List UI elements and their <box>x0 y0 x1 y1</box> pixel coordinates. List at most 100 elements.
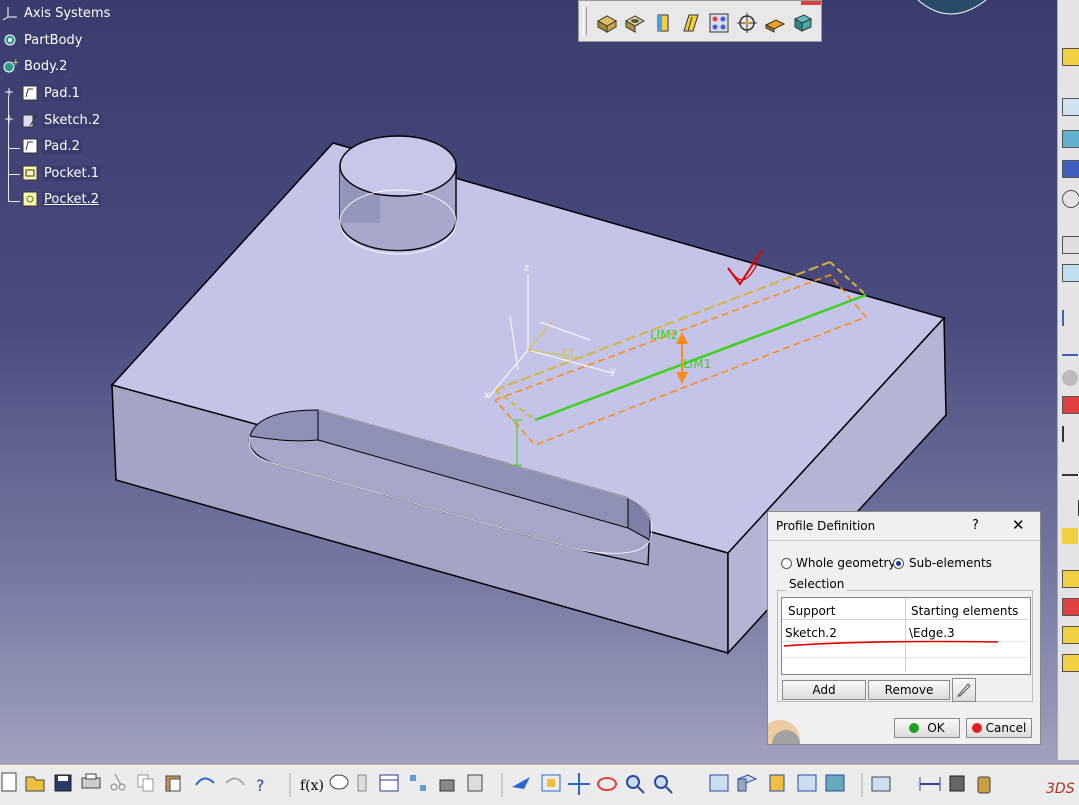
tree-item-label: Body.2 <box>22 58 70 74</box>
pattern-icon[interactable] <box>1062 160 1079 178</box>
table-icon[interactable] <box>1062 236 1079 254</box>
tree-item-label: Axis Systems <box>22 5 113 21</box>
expand-icon[interactable]: + <box>4 113 14 125</box>
plane-tool-icon[interactable] <box>763 11 787 35</box>
whats-this-icon: ? <box>256 776 265 795</box>
bottom-toolbar-icons[interactable]: ? f(x) 3DS <box>0 765 1079 805</box>
zoom-out-icon <box>654 775 673 794</box>
catia-logo: 3DS <box>1046 781 1075 797</box>
partbody-gear-icon <box>4 34 16 46</box>
measure-icon[interactable] <box>1062 190 1079 208</box>
cancel-button[interactable]: Cancel <box>966 718 1032 738</box>
add-button[interactable]: Add <box>782 680 866 700</box>
body-gear-icon: + <box>3 58 18 73</box>
right-toolbar[interactable] <box>1057 0 1079 760</box>
pad-icon <box>22 138 38 154</box>
ok-button[interactable]: OK <box>894 718 960 738</box>
column-header-support[interactable]: Support <box>788 604 835 618</box>
save-icon <box>54 774 72 792</box>
render-style-icon <box>769 774 785 792</box>
comment-icon <box>329 774 349 790</box>
line-icon[interactable] <box>1062 474 1078 492</box>
bottle-icon <box>977 776 991 794</box>
close-button[interactable]: ✕ <box>1012 516 1025 534</box>
sketch-icon <box>22 113 38 128</box>
sketch-pen-icon <box>956 683 971 697</box>
bottom-toolbar[interactable]: ? f(x) 3DS <box>0 764 1079 805</box>
swap-icon <box>825 774 845 792</box>
column-header-starting-elements[interactable]: Starting elements <box>911 604 1018 618</box>
rotate-icon[interactable] <box>1062 370 1078 386</box>
radio-whole-geometry[interactable] <box>781 558 792 569</box>
solid-icon[interactable] <box>1062 130 1079 148</box>
table-icon <box>379 774 399 792</box>
part-design-toolbar[interactable] <box>578 0 822 42</box>
solid-tool-icon[interactable] <box>791 11 815 35</box>
toolbar-close-strip[interactable] <box>801 1 821 5</box>
svg-text:3DS: 3DS <box>1046 781 1075 797</box>
tree-item-pad-1[interactable]: + Pad.1 <box>4 82 82 104</box>
svg-text:?: ? <box>256 776 265 795</box>
sketch-tool-icon[interactable] <box>1062 98 1079 116</box>
toolbar-grip[interactable] <box>583 7 587 35</box>
cancel-icon <box>971 723 982 733</box>
boolean-union-icon[interactable] <box>1062 654 1079 672</box>
y-axis-label: y <box>610 366 616 377</box>
pad-tool-icon[interactable] <box>595 11 619 35</box>
plane-icon[interactable] <box>1062 48 1079 66</box>
tree-item-pocket-1[interactable]: Pocket.1 <box>4 162 102 184</box>
tree-item-partbody[interactable]: PartBody <box>2 29 85 51</box>
hole-pattern-icon[interactable] <box>707 11 731 35</box>
selection-group-label: Selection <box>786 577 848 591</box>
expand-icon[interactable]: + <box>4 86 14 98</box>
hide-show-icon <box>797 774 817 792</box>
zoom-in-icon <box>626 775 645 794</box>
z-axis-label: z <box>524 263 530 274</box>
fly-icon <box>512 777 530 789</box>
window-icon[interactable] <box>1062 264 1079 282</box>
yellow-tool-icon[interactable] <box>1062 528 1078 544</box>
boolean-remove-icon[interactable] <box>1062 598 1079 616</box>
boolean-add-icon[interactable] <box>1062 570 1079 588</box>
tree-item-sketch-2[interactable]: + Sketch.2 <box>4 109 103 131</box>
tree-item-body-2[interactable]: + Body.2 <box>2 55 70 77</box>
pocket-tool-icon[interactable] <box>623 11 647 35</box>
tree-item-label: Pocket.1 <box>42 165 102 181</box>
x-axis-label: x <box>484 390 490 401</box>
radio-whole-geometry-label: Whole geometry <box>796 556 896 570</box>
undo-icon <box>195 777 215 786</box>
views-icon <box>736 774 758 792</box>
tree-item-pad-2[interactable]: Pad.2 <box>4 135 82 157</box>
boolean-intersect-icon[interactable] <box>1062 626 1079 644</box>
new-icon <box>1 772 17 792</box>
rib-tool-icon[interactable] <box>679 11 703 35</box>
profile-definition-dialog[interactable]: Profile Definition ? ✕ Whole geometry Su… <box>767 511 1041 745</box>
gear-icon <box>949 775 965 792</box>
redo-icon <box>225 777 245 786</box>
radio-sub-elements[interactable] <box>893 558 904 569</box>
axis-systems-icon <box>2 7 17 21</box>
remove-button[interactable]: Remove <box>868 680 950 700</box>
radio-sub-elements-label: Sub-elements <box>909 556 992 570</box>
point-tool-icon[interactable] <box>735 11 759 35</box>
copy-icon <box>137 774 154 792</box>
help-button[interactable]: ? <box>972 518 979 533</box>
axis-icon[interactable] <box>1062 310 1079 326</box>
dialog-title: Profile Definition <box>776 519 876 533</box>
sketch-edit-button[interactable] <box>952 678 976 702</box>
slash-icon[interactable] <box>1062 500 1079 516</box>
tree-item-pocket-2[interactable]: Pocket.2 <box>4 188 102 210</box>
tree-item-axis-systems[interactable]: Axis Systems <box>2 2 113 24</box>
constraint-icon[interactable] <box>1062 338 1078 356</box>
tool-icon[interactable] <box>1062 426 1079 442</box>
pad-icon <box>22 85 38 101</box>
print-icon <box>81 773 101 789</box>
pocket-icon <box>22 191 38 207</box>
cut-icon <box>110 773 126 791</box>
analysis-icon[interactable] <box>1062 396 1079 414</box>
selection-table[interactable]: Support Starting elements Sketch.2 \Edge… <box>781 597 1031 675</box>
open-icon <box>25 776 45 792</box>
catia-corner-logo <box>768 720 800 744</box>
shaft-tool-icon[interactable] <box>651 11 675 35</box>
multi-view-icon <box>871 776 891 792</box>
